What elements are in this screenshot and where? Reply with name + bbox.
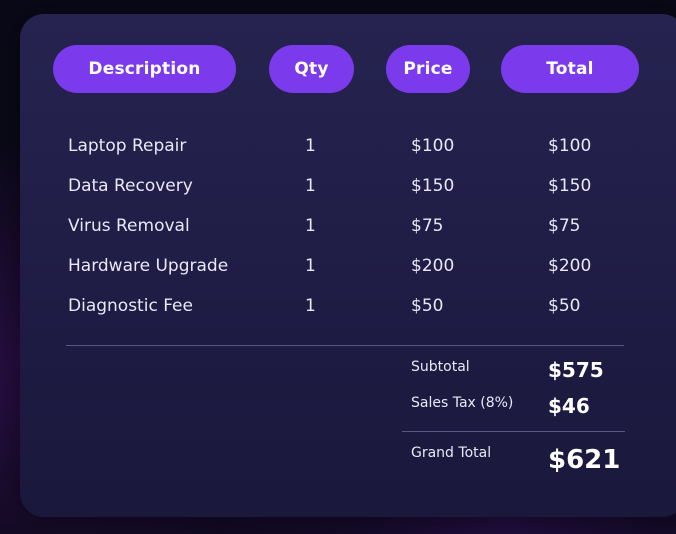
row-total: $150 [548, 176, 592, 196]
row-price: $50 [411, 296, 444, 316]
row-qty: 1 [305, 216, 316, 236]
summary-divider [402, 431, 625, 432]
subtotal-label: Subtotal [411, 359, 470, 375]
grand-total-label: Grand Total [411, 445, 492, 461]
header-description: Description [53, 45, 236, 93]
row-total: $100 [548, 136, 592, 156]
items-divider [66, 345, 624, 346]
header-qty: Qty [269, 45, 354, 93]
row-price: $200 [411, 256, 455, 276]
row-price: $150 [411, 176, 455, 196]
row-qty: 1 [305, 136, 316, 156]
row-description: Diagnostic Fee [68, 296, 193, 316]
sales-tax-label: Sales Tax (8%) [411, 395, 514, 411]
subtotal-value: $575 [548, 358, 604, 382]
row-total: $50 [548, 296, 581, 316]
header-total: Total [501, 45, 639, 93]
row-description: Hardware Upgrade [68, 256, 229, 276]
row-price: $100 [411, 136, 455, 156]
sales-tax-value: $46 [548, 394, 590, 418]
grand-total-value: $621 [548, 445, 621, 475]
row-qty: 1 [305, 256, 316, 276]
row-description: Virus Removal [68, 216, 190, 236]
row-description: Laptop Repair [68, 136, 187, 156]
row-qty: 1 [305, 296, 316, 316]
header-price: Price [386, 45, 470, 93]
row-description: Data Recovery [68, 176, 193, 196]
row-total: $200 [548, 256, 592, 276]
row-total: $75 [548, 216, 581, 236]
row-qty: 1 [305, 176, 316, 196]
row-price: $75 [411, 216, 444, 236]
